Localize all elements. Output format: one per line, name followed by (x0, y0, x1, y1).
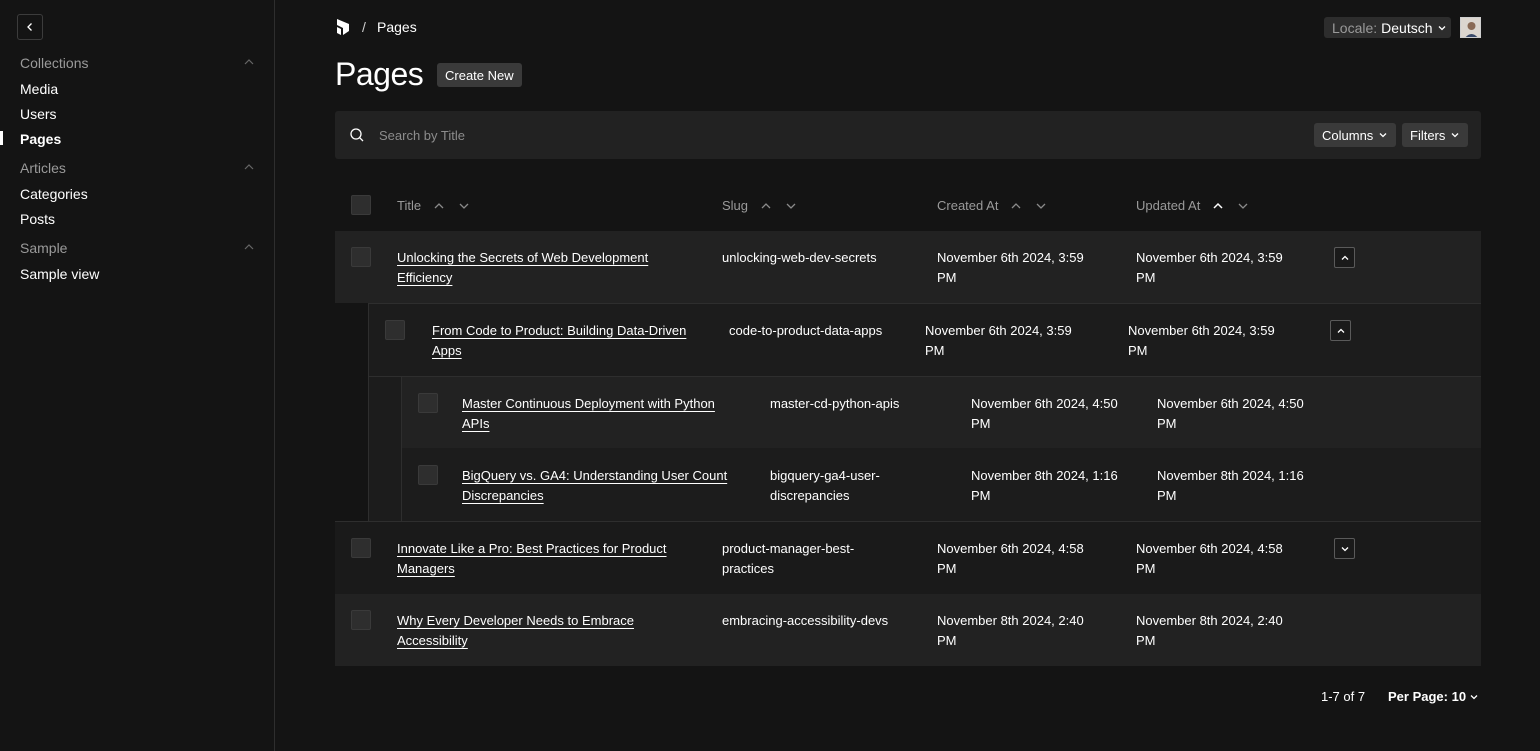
row-checkbox[interactable] (351, 538, 371, 558)
column-header-updated-at: Updated At (1136, 198, 1249, 213)
per-page-label: Per Page: 10 (1388, 689, 1467, 704)
chevron-down-icon (1379, 133, 1387, 138)
chevron-up-icon (1337, 328, 1344, 333)
sidebar: Collections Media Users Pages Articles C… (0, 0, 275, 751)
locale-label: Locale: (1332, 19, 1378, 36)
sidebar-item-posts[interactable]: Posts (20, 211, 55, 227)
sort-ascending-icon[interactable] (760, 200, 772, 212)
list-controls: Columns Filters (335, 111, 1481, 159)
breadcrumb-separator: / (362, 19, 366, 35)
select-all-checkbox[interactable] (351, 195, 371, 215)
sidebar-item-pages[interactable]: Pages (20, 131, 61, 147)
row-created-at: November 8th 2024, 2:40 PM (937, 613, 1084, 648)
columns-button[interactable]: Columns (1314, 123, 1397, 147)
locale-value: Deutsch (1381, 19, 1433, 36)
chevron-down-icon (1470, 694, 1478, 699)
chevron-up-icon[interactable] (243, 56, 255, 68)
row-slug: product-manager-best-practices (722, 541, 855, 576)
row-updated-at: November 6th 2024, 4:58 PM (1136, 541, 1283, 576)
sort-descending-icon[interactable] (785, 200, 797, 212)
chevron-left-icon (27, 23, 32, 31)
column-header-created-at: Created At (937, 198, 1047, 213)
row-updated-at: November 6th 2024, 3:59 PM (1128, 323, 1275, 358)
columns-label: Columns (1322, 127, 1374, 143)
breadcrumb-current: Pages (377, 19, 417, 35)
sidebar-item-media[interactable]: Media (20, 81, 58, 97)
active-indicator (0, 131, 3, 145)
row-checkbox[interactable] (351, 247, 371, 267)
sort-ascending-icon[interactable] (1010, 200, 1022, 212)
nav-group-articles[interactable]: Articles (20, 160, 66, 176)
search-input[interactable] (379, 123, 1179, 147)
row-updated-at: November 8th 2024, 2:40 PM (1136, 613, 1283, 648)
pagination-range: 1-7 of 7 (1321, 689, 1366, 704)
row-checkbox[interactable] (385, 320, 405, 340)
row-title-link[interactable]: Master Continuous Deployment with Python… (462, 394, 715, 434)
sort-descending-icon[interactable] (1237, 200, 1249, 212)
column-header-title: Title (397, 198, 470, 213)
column-header-label: Updated At (1136, 198, 1201, 213)
collapse-sidebar-button[interactable] (17, 14, 43, 40)
sidebar-item-categories[interactable]: Categories (20, 186, 88, 202)
sort-descending-icon[interactable] (1035, 200, 1047, 212)
chevron-down-icon (1438, 25, 1445, 30)
row-title-link[interactable]: Why Every Developer Needs to Embrace Acce… (397, 611, 634, 651)
create-new-button[interactable]: Create New (437, 63, 522, 87)
nav-group-collections[interactable]: Collections (20, 55, 88, 71)
row-title-link[interactable]: Unlocking the Secrets of Web Development… (397, 248, 648, 288)
filters-label: Filters (1410, 127, 1446, 143)
chevron-down-icon (1341, 546, 1348, 551)
sort-ascending-icon[interactable] (433, 200, 445, 212)
expand-row-button[interactable] (1334, 538, 1355, 559)
per-page-selector[interactable]: Per Page: 10 (1388, 689, 1479, 704)
filters-button[interactable]: Filters (1402, 123, 1469, 147)
column-header-label: Created At (937, 198, 999, 213)
nav-group-sample[interactable]: Sample (20, 240, 67, 256)
user-avatar-icon (1461, 18, 1480, 37)
row-created-at: November 6th 2024, 4:50 PM (971, 396, 1118, 431)
column-header-label: Title (397, 198, 422, 213)
collapse-row-button[interactable] (1330, 320, 1351, 341)
column-header-label: Slug (722, 198, 749, 213)
avatar[interactable] (1460, 17, 1481, 38)
sort-descending-icon[interactable] (458, 200, 470, 212)
chevron-up-icon[interactable] (243, 161, 255, 173)
row-created-at: November 6th 2024, 4:58 PM (937, 541, 1084, 576)
row-updated-at: November 8th 2024, 1:16 PM (1157, 468, 1304, 503)
row-created-at: November 6th 2024, 3:59 PM (937, 250, 1084, 285)
page-title: Pages (335, 56, 424, 92)
row-created-at: November 8th 2024, 1:16 PM (971, 468, 1118, 503)
search-icon (350, 128, 364, 142)
row-slug: master-cd-python-apis (770, 396, 900, 411)
row-updated-at: November 6th 2024, 3:59 PM (1136, 250, 1283, 285)
row-created-at: November 6th 2024, 3:59 PM (925, 323, 1072, 358)
row-slug: code-to-product-data-apps (729, 323, 883, 338)
sidebar-item-users[interactable]: Users (20, 106, 57, 122)
chevron-up-icon[interactable] (243, 241, 255, 253)
column-header-slug: Slug (722, 198, 797, 213)
chevron-down-icon (1451, 133, 1459, 138)
row-checkbox[interactable] (418, 465, 438, 485)
collapse-row-button[interactable] (1334, 247, 1355, 268)
locale-selector[interactable]: Locale: Deutsch (1324, 17, 1451, 38)
sort-ascending-icon[interactable] (1212, 200, 1224, 212)
sidebar-item-sample-view[interactable]: Sample view (20, 266, 99, 282)
chevron-up-icon (1341, 255, 1348, 260)
row-checkbox[interactable] (418, 393, 438, 413)
row-title-link[interactable]: Innovate Like a Pro: Best Practices for … (397, 539, 667, 579)
row-slug: embracing-accessibility-devs (722, 613, 889, 628)
row-title-link[interactable]: BigQuery vs. GA4: Understanding User Cou… (462, 466, 727, 506)
row-checkbox[interactable] (351, 610, 371, 630)
row-updated-at: November 6th 2024, 4:50 PM (1157, 396, 1304, 431)
row-title-link[interactable]: From Code to Product: Building Data-Driv… (432, 321, 686, 361)
row-slug: bigquery-ga4-user-discrepancies (770, 468, 880, 503)
row-slug: unlocking-web-dev-secrets (722, 250, 877, 265)
logo-icon[interactable] (335, 17, 353, 37)
